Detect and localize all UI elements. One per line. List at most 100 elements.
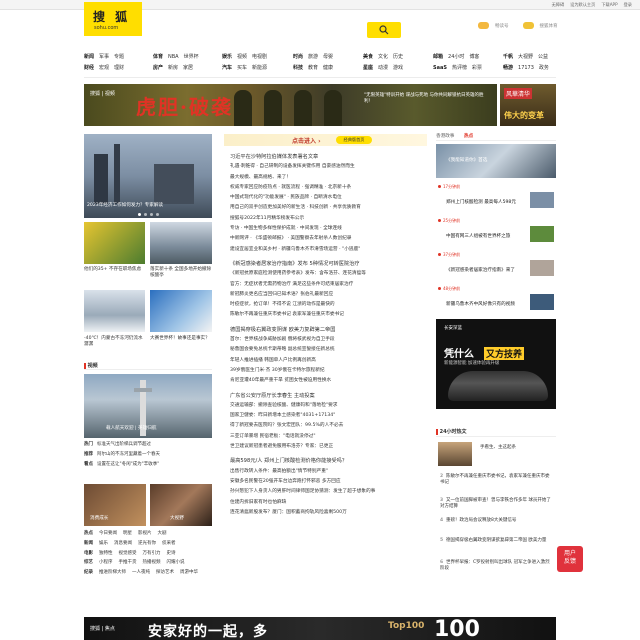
video-category-link[interactable]: 影视片: [138, 531, 152, 536]
header-link-duzhe[interactable]: 畅读号: [495, 23, 509, 29]
nav-link[interactable]: 汽车: [222, 63, 232, 74]
video-category-link[interactable]: 视觉感受: [119, 551, 137, 556]
news-headline[interactable]: 秘鲁国会要免总统卡斯蒂略 副总统宣誓接任新总统: [230, 345, 428, 355]
news-headline[interactable]: 住建内拆旧家有时也怕麻缺: [230, 498, 428, 508]
nav-link[interactable]: 健康: [323, 63, 333, 74]
video-thumb[interactable]: 消费成长: [84, 484, 146, 526]
news-headline[interactable]: 最高598元/人 郑州上门核酸检测价格你能接受吗？: [230, 456, 428, 466]
news-headline[interactable]: 习近平在沙特阿拉伯媒体发表署名文章: [230, 152, 428, 162]
feed-thumb[interactable]: [530, 260, 554, 276]
nav-link[interactable]: 教育: [308, 63, 318, 74]
news-headline[interactable]: 《新冠抗原家庭检测使用药参考表》发布：含布洛芬、连花清瘟等: [230, 269, 428, 279]
news-headline[interactable]: 礼遇·刺锥得 · 自己研制的设备发挥关键作用 自豪感油然而生: [230, 162, 428, 172]
nav-link[interactable]: 热评榜: [452, 63, 467, 74]
feed-title[interactable]: 《新冠感染者居家治疗指南》来了: [446, 267, 515, 273]
nav-link[interactable]: 彩票: [472, 63, 482, 74]
news-headline[interactable]: 肯尼亚遭40年最严重干旱 贫困女性被迫用性换水: [230, 376, 428, 386]
nav-link[interactable]: 财经: [84, 63, 94, 74]
right-tab-active[interactable]: 热点: [464, 134, 473, 139]
news-headline[interactable]: 首尔：世界核战争威胁加剧 俄将核武视为自卫手段: [230, 335, 428, 345]
nav-link[interactable]: 军事: [99, 52, 109, 63]
video-category-link[interactable]: 明星: [123, 531, 132, 536]
nav-link[interactable]: 买车: [237, 63, 247, 74]
nav-link[interactable]: 体育: [153, 52, 163, 63]
video-category-link[interactable]: 手推干货: [119, 560, 137, 565]
thumb-caption[interactable]: 大赛世界杯！故事还是事实？: [150, 336, 212, 342]
news-headline[interactable]: 连花清瘟新股发布？厦门：国积蓄商拘轨风险喜剩500万: [230, 508, 428, 518]
video-category-link[interactable]: 大剧: [158, 531, 167, 536]
video-category-link[interactable]: 消息要闻: [114, 541, 132, 546]
nav-link[interactable]: 星座: [363, 63, 373, 74]
video-thumb[interactable]: 大视野: [150, 484, 212, 526]
thumb-image[interactable]: [84, 222, 145, 264]
news-headline[interactable]: 三亚订单暴增 民宿老板："电话就没停过": [230, 432, 428, 442]
news-headline[interactable]: 安徽多名民警在20强开车台边奔跑打怀邪恶 多方回应: [230, 477, 428, 487]
news-headline[interactable]: 国家卫健委：昨日新增本土感染者"4031+17134": [230, 411, 428, 421]
nav-link[interactable]: 宏观: [99, 63, 109, 74]
video-category-link[interactable]: 娱乐: [99, 541, 108, 546]
news-headline[interactable]: 中国式现代化的"功能发展" · 民族品牌 · 自断清水电位: [230, 193, 428, 203]
feed-title[interactable]: 中国有网三人组被有世界杯之旅: [446, 233, 510, 239]
nav-link[interactable]: 专题: [114, 52, 124, 63]
video-category-link[interactable]: 探访艺术: [156, 570, 174, 575]
news-headline[interactable]: 时疫症状，抢订单！不得不说 江浙的动作是最快的: [230, 300, 428, 310]
nav-link[interactable]: 政务: [539, 63, 549, 74]
news-headline[interactable]: 官方：无症状者无需药物治疗 满足这些条件可结束居家治疗: [230, 280, 428, 290]
video-category-link[interactable]: 推进阶梯大师: [99, 570, 126, 575]
nav-link[interactable]: NBA: [168, 52, 179, 63]
feed-thumb[interactable]: [530, 192, 554, 208]
news-tab-title[interactable]: 点击进入 ›: [292, 136, 321, 145]
news-headline[interactable]: 得了新冠要去医院吗？张文宏团队：99.5%的人不必去: [230, 421, 428, 431]
nav-link[interactable]: 新闻: [84, 52, 94, 63]
video-category-link[interactable]: 电影: [84, 551, 93, 556]
hot24-lead-title[interactable]: 手看生、主这起条: [480, 445, 516, 451]
news-headline[interactable]: 权威专家回应防疫热点 · 就医流程 · 强调精准 · 北京新十条: [230, 183, 428, 193]
bottom-banner-ad[interactable]: 搜狐 | 焦点 安家好的一起，多 Top100 100: [84, 617, 556, 640]
hot24-lead-image[interactable]: [438, 442, 472, 466]
side-banner-ad[interactable]: 风華清华 伟大的变革: [500, 84, 556, 126]
video-list-item[interactable]: 推荐 阿尔山的不冻河里藏着一个春天: [84, 450, 160, 460]
video-category-link[interactable]: 史诗: [167, 551, 176, 556]
nav-link[interactable]: 畅游: [503, 63, 513, 74]
feedback-button[interactable]: 用户 反馈: [557, 546, 583, 572]
nav-link[interactable]: 游戏: [393, 63, 403, 74]
news-headline[interactable]: 孙兴慜犯下人身贪人的男肝时间律师国足协猜测：发生了超于想象的事: [230, 487, 428, 497]
nav-link[interactable]: 24小时: [448, 52, 464, 63]
thumb-caption[interactable]: -40℃！内蒙古不冻河仍流水潺潺: [84, 336, 146, 348]
video-category-link[interactable]: 万有引力: [143, 551, 161, 556]
nav-link[interactable]: 17173: [518, 63, 534, 74]
hot24-item[interactable]: 6 世界杯早报：C罗投射别叫出球队 冠军之争进入激烈阶段: [440, 560, 552, 572]
thumb-image[interactable]: [150, 290, 212, 332]
nav-link[interactable]: 母婴: [323, 52, 333, 63]
classic-home-button[interactable]: 经典版首页: [336, 136, 372, 144]
video-category-link[interactable]: 新闻: [84, 541, 93, 546]
video-category-link[interactable]: 综艺: [84, 560, 93, 565]
news-headline[interactable]: 陈敏尔不再兼任重庆市委书记 袁家军兼任重庆市委书记: [230, 310, 428, 320]
hot24-item[interactable]: 2 陈敏尔不再兼任重庆市委书记，袁家军兼任重庆市委书记: [440, 474, 552, 486]
video-category-link[interactable]: 热点: [84, 531, 93, 536]
carousel-dots[interactable]: [138, 213, 159, 216]
nav-link[interactable]: 文化: [378, 52, 388, 63]
nav-link[interactable]: SaaS: [433, 63, 447, 74]
news-headline[interactable]: 中新网评 · 《华盛顿邮报》 · 美国警察去年射杀人数创纪录: [230, 234, 428, 244]
right-hero-image[interactable]: 《我能知道你》首选: [436, 144, 556, 178]
video-category-link[interactable]: 侦采者: [162, 541, 176, 546]
hot24-item[interactable]: 4 重磅！政治局会议释放8大关键信号: [440, 518, 552, 524]
video-category-link[interactable]: 闪耀小说: [167, 560, 185, 565]
news-headline[interactable]: 广东省公安厅原厅长李春生 主动投案: [230, 391, 428, 401]
hero-image[interactable]: 2023年经济工作如何发力？专家解读: [84, 134, 212, 218]
thumb-image[interactable]: [84, 290, 145, 332]
hot24-item[interactable]: 3 又一位前国脚被审查！曾与李铁合作多年 球员开始了对方结算: [440, 498, 552, 510]
video-category-link[interactable]: 热播视频: [143, 560, 161, 565]
topbar-link-default-home[interactable]: 设为默认主页: [570, 2, 595, 8]
news-headline[interactable]: 世卫建议新冠患者避免服用布洛芬？专家：已更正: [230, 442, 428, 452]
video-category-link[interactable]: 逆光有你: [138, 541, 156, 546]
video-category-link[interactable]: 独特性: [99, 551, 113, 556]
nav-link[interactable]: 大视野: [518, 52, 533, 63]
news-headline[interactable]: 年轻人推进插播 韩国单人户比例再创新高: [230, 356, 428, 366]
feed-thumb[interactable]: [530, 294, 554, 310]
nav-link[interactable]: 家居: [183, 63, 193, 74]
nav-link[interactable]: 新房: [168, 63, 178, 74]
feed-title[interactable]: 郑州上门核酸检测 最高每人598元: [446, 199, 516, 205]
nav-link[interactable]: 娱乐: [222, 52, 232, 63]
